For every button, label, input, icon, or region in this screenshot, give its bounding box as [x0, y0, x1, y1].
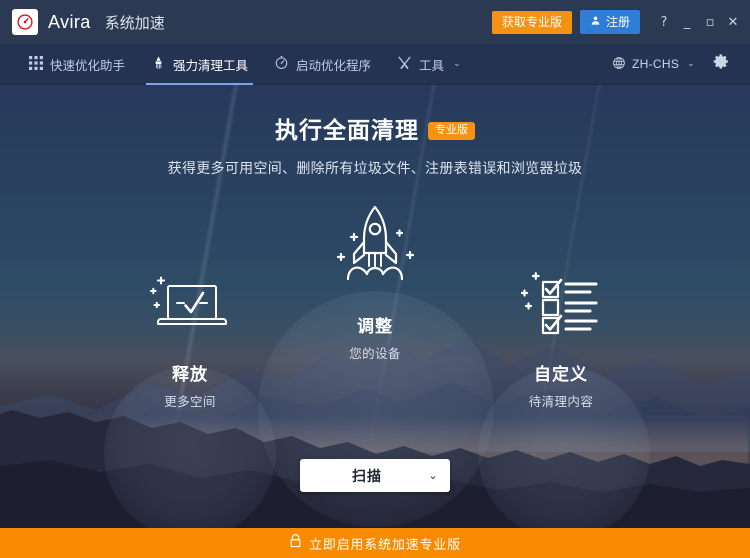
- chevron-down-icon: ⌄: [687, 59, 695, 69]
- feature-desc-free-space: 更多空间: [164, 395, 216, 409]
- chevron-down-icon: ⌄: [453, 59, 461, 69]
- checklist-icon: [466, 262, 656, 348]
- feature-title-tune-device: 调整: [357, 317, 393, 336]
- register-button[interactable]: 注册: [579, 10, 640, 34]
- close-button[interactable]: ✕: [726, 16, 740, 29]
- settings-button[interactable]: [703, 53, 736, 75]
- hero-subtitle: 获得更多可用空间、删除所有垃圾文件、注册表错误和浏览器垃圾: [167, 160, 583, 176]
- scan-button[interactable]: 扫描 ⌄: [300, 459, 450, 492]
- language-selector[interactable]: ZH-CHS ⌄: [604, 56, 703, 73]
- tools-icon: [397, 55, 412, 73]
- feature-desc-tune-device: 您的设备: [349, 347, 401, 361]
- minimize-button[interactable]: _: [680, 16, 694, 29]
- get-pro-button[interactable]: 获取专业版: [491, 10, 572, 34]
- maximize-button[interactable]: ▫: [703, 16, 717, 29]
- rocket-icon: [280, 194, 470, 304]
- avira-system-speedup-window: Avira 系统加速 获取专业版 注册 ? _ ▫ ✕ 快速优化助手 强力清理工…: [0, 0, 750, 558]
- hero-panel: 执行全面清理 专业版 获得更多可用空间、删除所有垃圾文件、注册表错误和浏览器垃圾: [0, 85, 750, 528]
- title-bar: Avira 系统加速 获取专业版 注册 ? _ ▫ ✕: [0, 0, 750, 44]
- brush-icon: [151, 55, 166, 73]
- title-bar-actions: 获取专业版 注册 ? _ ▫ ✕: [491, 10, 740, 34]
- chevron-down-icon[interactable]: ⌄: [416, 469, 450, 482]
- speedometer-icon: [274, 55, 289, 73]
- language-label: ZH-CHS: [632, 57, 680, 71]
- hero-title-row: 执行全面清理 专业版: [0, 85, 750, 145]
- hero-content: 执行全面清理 专业版 获得更多可用空间、删除所有垃圾文件、注册表错误和浏览器垃圾: [0, 85, 750, 178]
- nav-item-tools[interactable]: 工具 ⌄: [384, 44, 474, 85]
- nav-item-quick-optimizer[interactable]: 快速优化助手: [16, 44, 138, 85]
- feature-title-free-space: 释放: [172, 365, 208, 384]
- upgrade-banner-label: 立即启用系统加速专业版: [309, 536, 461, 552]
- globe-icon: [612, 56, 626, 73]
- nav-item-startup-optimizer[interactable]: 启动优化程序: [261, 44, 384, 85]
- pro-badge: 专业版: [428, 122, 475, 140]
- brand: Avira 系统加速: [12, 9, 165, 35]
- nav-item-deep-cleaner[interactable]: 强力清理工具: [138, 44, 261, 85]
- scan-button-area: 扫描 ⌄: [0, 459, 750, 492]
- brand-name: Avira: [48, 11, 91, 32]
- feature-free-space[interactable]: 释放 更多空间: [95, 262, 285, 410]
- user-icon: [590, 15, 601, 28]
- nav-label-tools: 工具: [419, 58, 445, 73]
- product-name: 系统加速: [104, 14, 165, 32]
- lock-icon: [289, 533, 302, 553]
- feature-customize[interactable]: 自定义 待清理内容: [466, 262, 656, 410]
- page-title: 执行全面清理: [275, 117, 419, 143]
- avira-speedometer-logo-icon: [12, 9, 38, 35]
- register-label: 注册: [605, 14, 630, 29]
- laptop-check-icon: [95, 262, 285, 348]
- grid-icon: [29, 55, 43, 73]
- help-button[interactable]: ?: [657, 16, 671, 29]
- feature-desc-customize: 待清理内容: [528, 395, 594, 409]
- feature-list: 释放 更多空间 调整 您的设备 自定义 待清理内容: [0, 178, 750, 428]
- gear-icon: [713, 53, 730, 75]
- feature-tune-device[interactable]: 调整 您的设备: [280, 194, 470, 362]
- main-navigation: 快速优化助手 强力清理工具 启动优化程序 工具 ⌄ ZH-CHS ⌄: [0, 44, 750, 85]
- nav-label-deep-cleaner: 强力清理工具: [173, 58, 249, 73]
- window-controls: ? _ ▫ ✕: [657, 16, 740, 29]
- upgrade-banner[interactable]: 立即启用系统加速专业版: [0, 528, 750, 558]
- nav-label-quick-optimizer: 快速优化助手: [50, 58, 126, 73]
- feature-title-customize: 自定义: [534, 365, 588, 384]
- scan-button-label: 扫描: [352, 467, 382, 484]
- nav-label-startup-optimizer: 启动优化程序: [296, 58, 372, 73]
